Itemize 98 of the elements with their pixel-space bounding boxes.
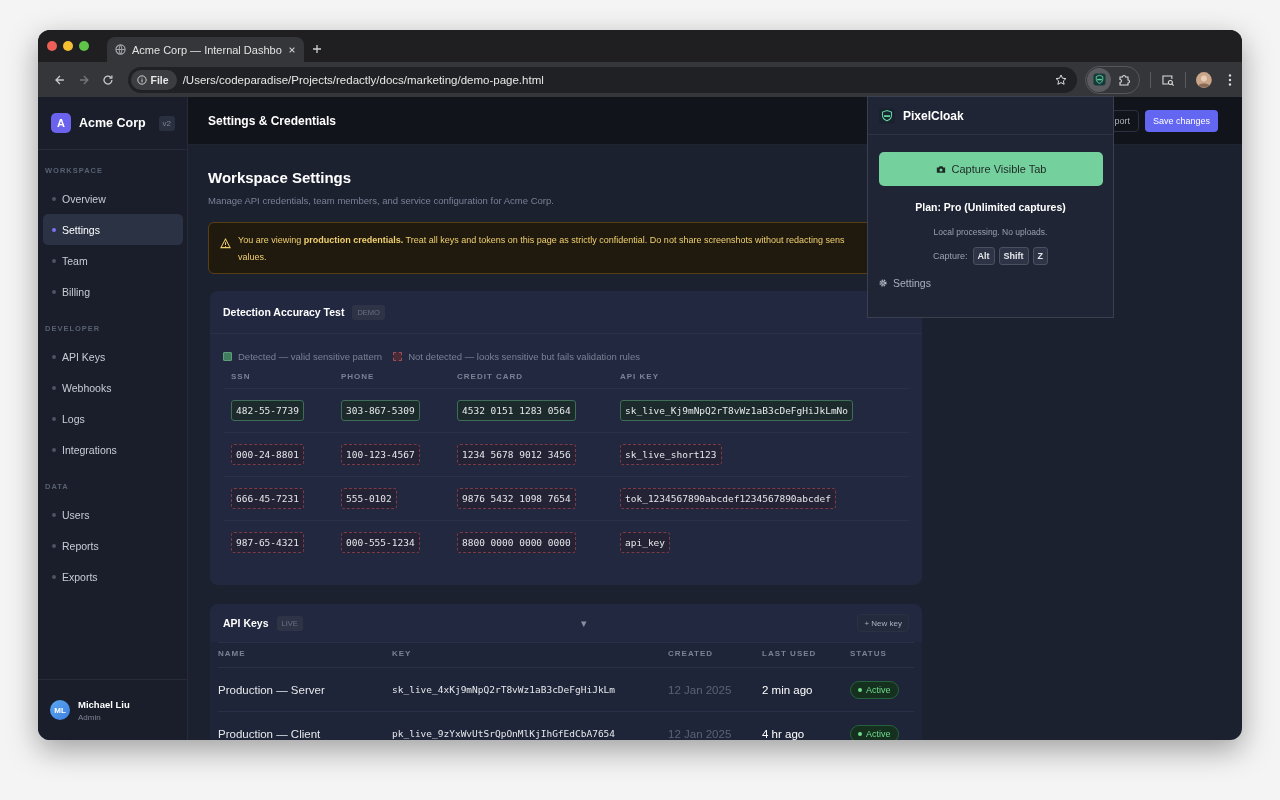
camera-icon bbox=[935, 164, 946, 174]
site-info-chip[interactable]: File bbox=[130, 69, 177, 90]
column-header: CREATED bbox=[668, 642, 762, 667]
privacy-note: Local processing. No uploads. bbox=[932, 227, 1049, 237]
nav-item[interactable]: Overview bbox=[43, 183, 183, 214]
column-header: API KEY bbox=[619, 372, 660, 383]
new-tab-icon[interactable] bbox=[311, 44, 322, 54]
page-subtitle: Manage API credentials, team members, and service configuration for Acme Corp. bbox=[208, 195, 555, 206]
column-header: PHONE bbox=[340, 372, 376, 383]
sample-value: tok_1234567890abcdef1234567890abcdef bbox=[620, 488, 836, 509]
maximize-window-icon[interactable] bbox=[79, 41, 89, 51]
column-header: LAST USED bbox=[762, 642, 850, 667]
collapse-toggle[interactable]: ▾ bbox=[580, 616, 587, 630]
legend-label: Detected — valid sensitive pattern bbox=[238, 350, 383, 362]
last-used-time: 2 min ago bbox=[762, 683, 813, 696]
sample-value: sk_live_short123 bbox=[620, 444, 722, 465]
column-header: STATUS bbox=[850, 642, 914, 667]
new-key-button[interactable]: + New key bbox=[857, 614, 909, 632]
sample-value: 4532 0151 1283 0564 bbox=[457, 400, 576, 421]
menu-icon[interactable] bbox=[1228, 72, 1232, 87]
address-bar[interactable]: File /Users/codeparadise/Projects/redactly/docs/marketing/demo-page.html bbox=[127, 66, 1078, 93]
capture-button[interactable]: Capture Visible Tab bbox=[879, 152, 1103, 186]
page-header-title: Settings & Credentials bbox=[208, 113, 337, 128]
api-key-value: sk_live_4xKj9mNpQ2rT8vWz1aB3cDeFgHiJkLm bbox=[392, 684, 616, 695]
shield-icon bbox=[879, 107, 895, 124]
sample-value: api_key bbox=[620, 532, 671, 553]
sample-value: 303-867-5309 bbox=[341, 400, 420, 421]
legend-label: Not detected — looks sensitive but fails validation rules bbox=[408, 350, 640, 362]
key-cap: Alt bbox=[972, 247, 995, 265]
user-role: Admin bbox=[78, 712, 102, 722]
close-icon[interactable] bbox=[287, 45, 296, 54]
sample-value: 000-24-8801 bbox=[231, 444, 304, 465]
sample-value: 482-55-7739 bbox=[231, 400, 304, 421]
nav-item[interactable]: Logs bbox=[43, 403, 183, 434]
column-header: KEY bbox=[392, 642, 668, 667]
nav-item[interactable]: Team bbox=[43, 245, 183, 276]
api-key-value: pk_live_9zYxWvUtSrQpOnMlKjIhGfEdCbA7654 bbox=[392, 728, 616, 739]
key-cap: Z bbox=[1032, 247, 1048, 265]
page-title: Workspace Settings bbox=[208, 169, 353, 187]
key-cap: Shift bbox=[998, 247, 1029, 265]
sample-value: 555-0102 bbox=[341, 488, 397, 509]
nav-item[interactable]: API Keys bbox=[43, 341, 183, 372]
created-date: 12 Jan 2025 bbox=[668, 683, 732, 696]
browser-tab[interactable]: Acme Corp — Internal Dashbo bbox=[107, 37, 304, 62]
reload-icon[interactable] bbox=[101, 73, 114, 86]
created-date: 12 Jan 2025 bbox=[668, 727, 732, 740]
brand-logo: A bbox=[51, 113, 71, 133]
card-title: Detection Accuracy Test bbox=[223, 306, 345, 318]
column-header: CREDIT CARD bbox=[456, 372, 525, 383]
shortcut-label: Capture: bbox=[933, 251, 968, 261]
nav-item[interactable]: Users bbox=[43, 499, 183, 530]
sample-value: 987-65-4321 bbox=[231, 532, 304, 553]
sample-value: 666-45-7231 bbox=[231, 488, 304, 509]
nav-item[interactable]: Billing bbox=[43, 276, 183, 307]
settings-icon bbox=[878, 278, 888, 288]
settings-link[interactable]: Settings bbox=[878, 277, 931, 289]
close-window-icon[interactable] bbox=[47, 41, 57, 51]
nav-item[interactable]: Exports bbox=[43, 561, 183, 592]
shield-icon bbox=[1092, 73, 1106, 86]
status-badge: Active bbox=[850, 680, 899, 699]
warning-text: You are viewing production credentials. Treat all keys and tokens on this page as strictly confidential. Do not share screenshots without redacting sens bbox=[238, 234, 845, 247]
sample-value: 000-555-1234 bbox=[341, 532, 420, 553]
brand-name: Acme Corp bbox=[79, 116, 147, 130]
nav-item[interactable]: Reports bbox=[43, 530, 183, 561]
profile-avatar-icon[interactable] bbox=[1196, 71, 1213, 88]
version-badge: v2 bbox=[158, 115, 175, 131]
plan-text: Plan: Pro (Unlimited captures) bbox=[914, 201, 1067, 213]
last-used-time: 4 hr ago bbox=[762, 727, 805, 740]
column-header: SSN bbox=[230, 372, 252, 383]
card-title: API Keys bbox=[223, 617, 269, 629]
star-icon[interactable] bbox=[1055, 73, 1068, 86]
sample-value: 1234 5678 9012 3456 bbox=[457, 444, 576, 465]
scheme-label: File bbox=[150, 73, 169, 86]
nav-item[interactable]: Integrations bbox=[43, 434, 183, 465]
info-icon bbox=[136, 74, 147, 85]
nav-item[interactable]: Webhooks bbox=[43, 372, 183, 403]
sample-value: 8800 0000 0000 0000 bbox=[457, 532, 576, 553]
sample-value: 9876 5432 1098 7654 bbox=[457, 488, 576, 509]
url-text: /Users/codeparadise/Projects/redactly/docs/marketing/demo-page.html bbox=[182, 73, 545, 86]
sample-value: sk_live_Kj9mNpQ2rT8vWz1aB3cDeFgHiJkLmNo bbox=[620, 400, 854, 421]
puzzle-icon[interactable] bbox=[1117, 72, 1132, 87]
key-name: Production — Client bbox=[218, 727, 321, 740]
minimize-window-icon[interactable] bbox=[63, 41, 73, 51]
extension-button[interactable] bbox=[1087, 67, 1112, 92]
globe-icon bbox=[115, 44, 126, 55]
user-name: Michael Liu bbox=[78, 698, 130, 710]
warning-icon bbox=[220, 238, 231, 249]
tab-search-icon[interactable] bbox=[1161, 72, 1176, 87]
nav-item[interactable]: Settings bbox=[43, 214, 183, 245]
column-header: NAME bbox=[218, 642, 392, 667]
back-icon[interactable] bbox=[54, 73, 66, 86]
status-badge: Active bbox=[850, 724, 899, 740]
warning-text: values. bbox=[238, 251, 268, 264]
popup-title: PixelCloak bbox=[903, 108, 964, 123]
sample-value: 100-123-4567 bbox=[341, 444, 420, 465]
key-name: Production — Server bbox=[218, 683, 325, 696]
save-button[interactable]: Save changes bbox=[1144, 109, 1218, 132]
forward-icon[interactable] bbox=[77, 73, 90, 86]
